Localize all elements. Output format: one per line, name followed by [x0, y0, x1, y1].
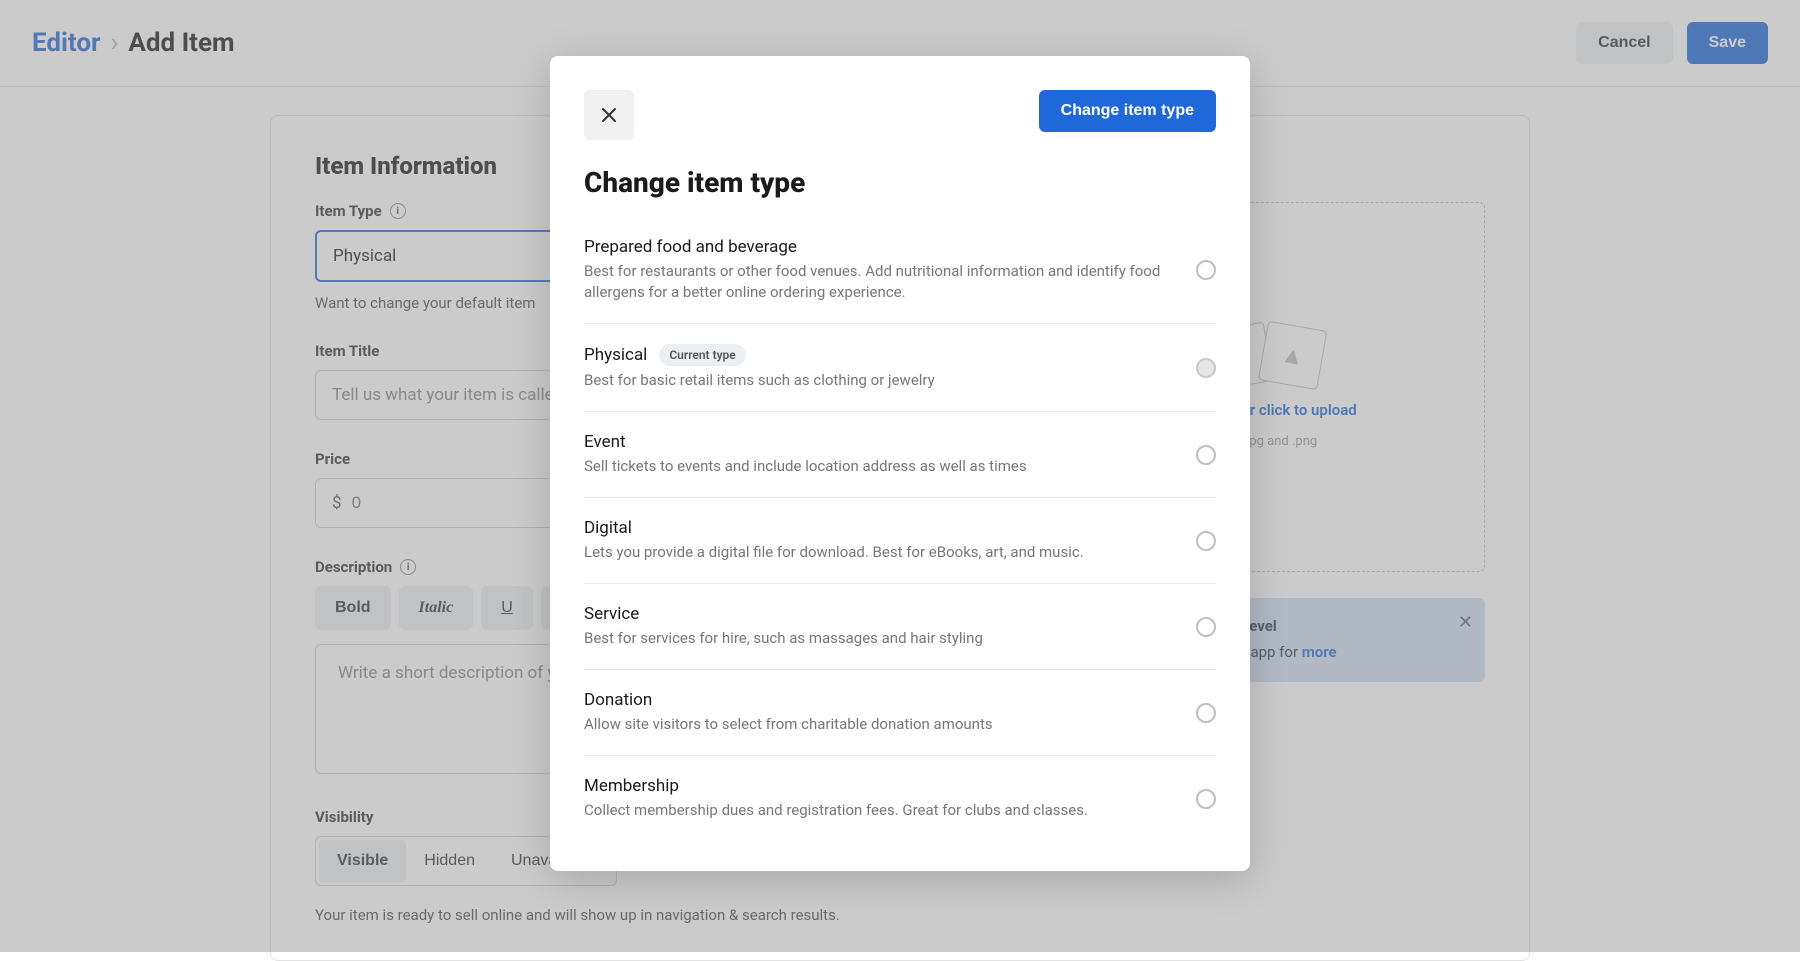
item-type-info: Donation Allow site visitors to select fr…	[584, 690, 1176, 735]
radio-icon[interactable]	[1196, 358, 1216, 378]
change-item-type-button[interactable]: Change item type	[1039, 90, 1216, 132]
radio-icon[interactable]	[1196, 617, 1216, 637]
radio-icon[interactable]	[1196, 445, 1216, 465]
item-type-desc: Allow site visitors to select from chari…	[584, 714, 1176, 735]
item-type-info: Membership Collect membership dues and re…	[584, 776, 1176, 821]
current-type-badge: Current type	[659, 344, 745, 366]
item-type-desc: Collect membership dues and registration…	[584, 800, 1176, 821]
item-type-name: Membership	[584, 776, 1176, 796]
item-type-name-text: Digital	[584, 518, 632, 538]
item-type-desc: Best for basic retail items such as clot…	[584, 370, 1176, 391]
item-type-name: Event	[584, 432, 1176, 452]
item-type-option-service[interactable]: Service Best for services for hire, such …	[584, 584, 1216, 670]
item-type-desc: Sell tickets to events and include locat…	[584, 456, 1176, 477]
item-type-name-text: Event	[584, 432, 626, 452]
item-type-name-text: Physical	[584, 345, 647, 365]
item-type-desc: Best for restaurants or other food venue…	[584, 261, 1176, 303]
item-type-name-text: Prepared food and beverage	[584, 237, 797, 257]
radio-icon[interactable]	[1196, 789, 1216, 809]
modal-title: Change item type	[584, 166, 1216, 199]
item-type-name: Prepared food and beverage	[584, 237, 1176, 257]
radio-icon[interactable]	[1196, 260, 1216, 280]
item-type-option-physical[interactable]: Physical Current type Best for basic retai…	[584, 324, 1216, 412]
item-type-option-membership[interactable]: Membership Collect membership dues and re…	[584, 756, 1216, 841]
modal-overlay[interactable]: Change item type Change item type Prepar…	[0, 0, 1800, 952]
item-type-list: Prepared food and beverage Best for resta…	[584, 217, 1216, 841]
close-modal-button[interactable]	[584, 90, 634, 140]
item-type-option-event[interactable]: Event Sell tickets to events and include …	[584, 412, 1216, 498]
change-item-type-modal: Change item type Change item type Prepar…	[550, 56, 1250, 871]
item-type-option-donation[interactable]: Donation Allow site visitors to select fr…	[584, 670, 1216, 756]
radio-icon[interactable]	[1196, 703, 1216, 723]
item-type-name-text: Membership	[584, 776, 679, 796]
radio-icon[interactable]	[1196, 531, 1216, 551]
item-type-name: Donation	[584, 690, 1176, 710]
item-type-desc: Best for services for hire, such as mass…	[584, 628, 1176, 649]
item-type-info: Service Best for services for hire, such …	[584, 604, 1176, 649]
close-icon	[601, 107, 617, 123]
item-type-name-text: Service	[584, 604, 639, 624]
item-type-name: Service	[584, 604, 1176, 624]
item-type-info: Physical Current type Best for basic retai…	[584, 344, 1176, 391]
item-type-info: Prepared food and beverage Best for resta…	[584, 237, 1176, 303]
item-type-option-prepared-food[interactable]: Prepared food and beverage Best for resta…	[584, 217, 1216, 324]
item-type-desc: Lets you provide a digital file for down…	[584, 542, 1176, 563]
item-type-name: Physical Current type	[584, 344, 1176, 366]
item-type-name: Digital	[584, 518, 1176, 538]
item-type-option-digital[interactable]: Digital Lets you provide a digital file f…	[584, 498, 1216, 584]
item-type-info: Event Sell tickets to events and include …	[584, 432, 1176, 477]
item-type-info: Digital Lets you provide a digital file f…	[584, 518, 1176, 563]
item-type-name-text: Donation	[584, 690, 652, 710]
